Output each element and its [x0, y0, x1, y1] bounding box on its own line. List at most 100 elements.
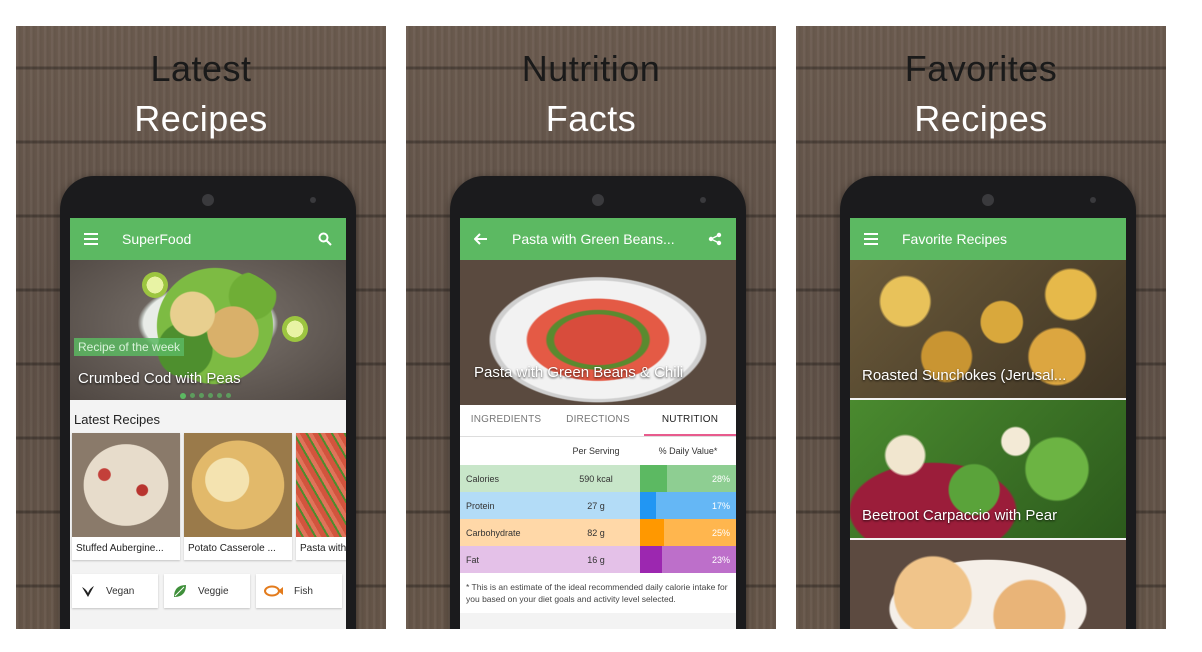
- daily-value-text: 17%: [711, 500, 730, 511]
- phone-sensor: [700, 197, 706, 203]
- phone-sensor: [1090, 197, 1096, 203]
- nutrition-footnote: * This is an estimate of the ideal recom…: [460, 573, 736, 613]
- caption-line-2: Facts: [545, 98, 637, 139]
- phone-camera: [202, 194, 214, 206]
- nutrition-rows: Calories 590 kcal 28% Protein 27 g 17% Carbohy…: [460, 465, 736, 573]
- recipe-card[interactable]: Stuffed Aubergine...: [72, 433, 180, 560]
- nutrition-header-row: Per Serving % Daily Value*: [460, 437, 736, 465]
- daily-value-bar: [640, 465, 667, 492]
- recipe-card-title: Pasta with: [300, 543, 346, 554]
- app-bar: SuperFood: [70, 218, 346, 260]
- caption-line-1: Favorites: [904, 48, 1058, 89]
- tab-ingredients[interactable]: INGREDIENTS: [460, 405, 552, 436]
- tab-nutrition[interactable]: NUTRITION: [644, 405, 736, 436]
- caption-line-1: Latest: [150, 48, 252, 89]
- menu-icon[interactable]: [82, 230, 100, 248]
- phone-frame: Favorite Recipes Roasted Sunchokes (Jeru…: [840, 176, 1136, 629]
- app-bar: Favorite Recipes: [850, 218, 1126, 260]
- carousel-dot[interactable]: [180, 393, 186, 399]
- favorite-recipe-title: Beetroot Carpaccio with Pear: [862, 507, 1058, 524]
- caption-line-2: Recipes: [134, 98, 268, 139]
- lime-slice-image: [142, 272, 168, 298]
- recipe-card-image: [184, 433, 292, 537]
- hero-recipe-title: Crumbed Cod with Peas: [78, 370, 241, 387]
- app-title: Favorite Recipes: [902, 231, 1008, 247]
- carousel-dot[interactable]: [226, 393, 231, 398]
- category-label: Vegan: [106, 585, 135, 597]
- app-bar: Pasta with Green Beans...: [460, 218, 736, 260]
- daily-value-text: 28%: [711, 473, 730, 484]
- nutrient-daily-value: 28%: [640, 465, 736, 492]
- tab-directions[interactable]: DIRECTIONS: [552, 405, 644, 436]
- nutrient-name: Protein: [466, 500, 495, 511]
- recipe-of-week-hero[interactable]: Recipe of the week Crumbed Cod with Peas: [70, 260, 346, 400]
- recipe-hero-image: Pasta with Green Beans & Chili: [460, 260, 736, 405]
- fish-icon: [264, 585, 283, 597]
- nutrient-per-serving: 82 g: [587, 527, 605, 538]
- back-arrow-icon[interactable]: [472, 230, 490, 248]
- phone-frame: SuperFood Recipe of the week Crumbed Cod…: [60, 176, 356, 629]
- daily-value-bar: [640, 546, 663, 573]
- nutrition-row: Calories 590 kcal 28%: [460, 465, 736, 492]
- hero-recipe-title: Pasta with Green Beans & Chili: [474, 364, 684, 381]
- search-icon[interactable]: [316, 230, 334, 248]
- nutrient-daily-value: 17%: [640, 492, 736, 519]
- screenshot-panel-latest: Latest Recipes SuperFood Recipe of the w…: [16, 26, 386, 629]
- nutrient-per-serving: 590 kcal: [579, 473, 613, 484]
- app-screen: Pasta with Green Beans... Pasta with Gre…: [460, 218, 736, 629]
- daily-value-header: % Daily Value*: [658, 446, 718, 456]
- category-label: Fish: [294, 585, 313, 597]
- favorite-recipe-card[interactable]: [850, 540, 1126, 629]
- category-vegan[interactable]: Vegan: [72, 574, 158, 608]
- nutrient-per-serving: 27 g: [587, 500, 605, 511]
- recipe-card[interactable]: Potato Casserole ...: [184, 433, 292, 560]
- caption-line-2: Recipes: [914, 98, 1048, 139]
- leaf-icon: [174, 585, 186, 597]
- caption-line-1: Nutrition: [521, 48, 661, 89]
- phone-frame: Pasta with Green Beans... Pasta with Gre…: [450, 176, 746, 629]
- recipe-card[interactable]: Pasta with: [296, 433, 346, 560]
- recipe-card-image: [72, 433, 180, 537]
- phone-camera: [982, 194, 994, 206]
- per-serving-header: Per Serving: [572, 446, 620, 456]
- favorite-recipe-card[interactable]: Beetroot Carpaccio with Pear: [850, 400, 1126, 538]
- screenshot-panel-favorites: Favorites Recipes Favorite Recipes Roast…: [796, 26, 1166, 629]
- favorite-recipe-title: Roasted Sunchokes (Jerusal...: [862, 367, 1067, 384]
- carousel-dots: [180, 393, 231, 399]
- panel-caption: Favorites Recipes: [796, 44, 1166, 144]
- category-veggie[interactable]: Veggie: [164, 574, 250, 608]
- nutrient-daily-value: 23%: [640, 546, 736, 573]
- nutrient-daily-value: 25%: [640, 519, 736, 546]
- recipe-tabs: INGREDIENTS DIRECTIONS NUTRITION: [460, 405, 736, 437]
- app-title: SuperFood: [122, 231, 192, 247]
- daily-value-text: 25%: [711, 527, 730, 538]
- carousel-dot[interactable]: [217, 393, 222, 398]
- vegan-sprout-icon: [82, 586, 94, 597]
- recipe-card-title: Potato Casserole ...: [188, 543, 276, 554]
- carousel-dot[interactable]: [190, 393, 195, 398]
- category-label: Veggie: [198, 585, 229, 597]
- nutrient-per-serving: 16 g: [587, 554, 605, 565]
- favorite-recipe-card[interactable]: Roasted Sunchokes (Jerusal...: [850, 260, 1126, 398]
- lime-slice-image: [282, 316, 308, 342]
- daily-value-text: 23%: [711, 554, 730, 565]
- nutrient-name: Fat: [466, 554, 480, 565]
- carousel-dot[interactable]: [208, 393, 213, 398]
- screenshot-panel-nutrition: Nutrition Facts Pasta with Green Beans..…: [406, 26, 776, 629]
- carousel-dot[interactable]: [199, 393, 204, 398]
- latest-recipes-heading: Latest Recipes: [74, 412, 160, 427]
- nutrition-row: Carbohydrate 82 g 25%: [460, 519, 736, 546]
- share-icon[interactable]: [706, 230, 724, 248]
- panel-caption: Latest Recipes: [16, 44, 386, 144]
- category-fish[interactable]: Fish: [256, 574, 342, 608]
- panel-caption: Nutrition Facts: [406, 44, 776, 144]
- nutrition-row: Protein 27 g 17%: [460, 492, 736, 519]
- menu-icon[interactable]: [862, 230, 880, 248]
- nutrient-name: Carbohydrate: [466, 527, 521, 538]
- recipe-card-title: Stuffed Aubergine...: [76, 543, 164, 554]
- phone-sensor: [310, 197, 316, 203]
- category-list: Vegan Veggie Fish: [70, 560, 346, 608]
- recipe-of-week-badge: Recipe of the week: [74, 338, 185, 356]
- nutrition-row: Fat 16 g 23%: [460, 546, 736, 573]
- latest-recipes-list: Stuffed Aubergine... Potato Casserole ..…: [70, 433, 346, 560]
